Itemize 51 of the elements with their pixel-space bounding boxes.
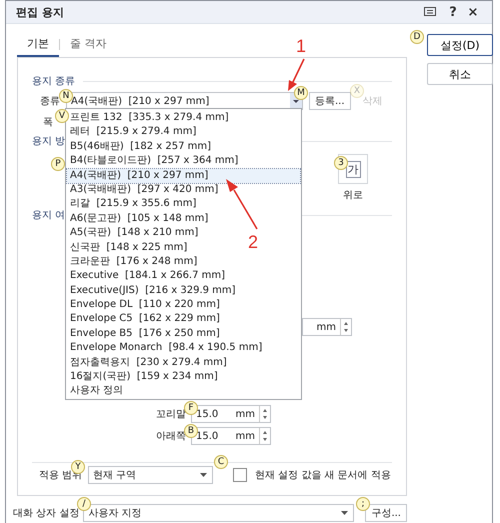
dropdown-item[interactable]: Executive(JIS) [216 x 329.9 mm]: [67, 284, 238, 298]
section-heading: 용지 여: [32, 209, 66, 222]
dropdown-item[interactable]: A5(국판) [148 x 210 mm]: [67, 226, 200, 241]
dialog-settings-combo[interactable]: 사용자 지정: [83, 504, 354, 522]
dropdown-item[interactable]: Envelope DL [110 x 220 mm]: [67, 298, 222, 312]
dropdown-item[interactable]: A3(국배배판) [297 x 420 mm]: [67, 182, 220, 198]
dropdown-item[interactable]: Executive [184.1 x 266.7 mm]: [67, 269, 228, 284]
dropdown-item[interactable]: 점자출력용지 [230 x 279.4 mm]: [67, 356, 229, 370]
comment-icon[interactable]: [424, 6, 436, 18]
scope-combo[interactable]: 현재 구역: [88, 466, 213, 484]
checkbox-label: 현재 설정 값을 새 문서에 적용: [255, 469, 391, 482]
spinner-icon[interactable]: [340, 319, 351, 335]
field-label: 아래쪽: [155, 430, 186, 443]
close-button[interactable]: ×: [464, 4, 482, 20]
tab[interactable]: 줄 격자: [60, 31, 116, 57]
field-label: 폭: [42, 116, 53, 129]
dropdown-item[interactable]: 레터 [215.9 x 279.4 mm]: [67, 125, 198, 140]
dropdown-item[interactable]: 16절지(국판) [159 x 234 mm]: [67, 370, 220, 384]
annotation-number: 2: [248, 232, 258, 253]
dropdown-item[interactable]: A4(국배판) [210 x 297 mm]: [67, 168, 300, 183]
section-heading: 용지 종류: [32, 75, 76, 88]
annotation-arrow: [226, 179, 258, 230]
spinner-icon[interactable]: [259, 406, 270, 422]
dialog-button[interactable]: 취소: [427, 63, 493, 85]
help-button[interactable]: ?: [444, 4, 462, 20]
dropdown-item[interactable]: Envelope Monarch [98.4 x 190.5 mm]: [67, 341, 264, 356]
caret-icon: [340, 511, 348, 515]
window-title: 편집 용지: [16, 4, 65, 20]
orientation-label: 위로: [343, 189, 363, 202]
dropdown-item[interactable]: 크라운판 [176 x 248 mm]: [67, 254, 200, 270]
dropdown-item[interactable]: B5(46배판) [182 x 257 mm]: [67, 140, 214, 154]
annotation-number: 1: [296, 36, 306, 57]
dropdown-item[interactable]: 사용자 정의: [67, 384, 126, 399]
checkbox[interactable]: [233, 468, 247, 482]
dropdown-item[interactable]: 신국판 [148 x 225 mm]: [67, 240, 190, 255]
spinner-icon[interactable]: [259, 428, 270, 444]
dropdown-item[interactable]: A6(문고판) [105 x 148 mm]: [67, 212, 210, 226]
dropdown-item[interactable]: 리갈 [215.9 x 355.6 mm]: [67, 197, 198, 212]
dropdown-item[interactable]: Envelope B5 [176 x 250 mm]: [67, 326, 222, 342]
key-tip: X: [350, 84, 364, 98]
field-label: 대화 상자 설정: [13, 507, 80, 520]
section-heading: 용지 방: [32, 135, 66, 148]
dropdown-item[interactable]: 프린트 132 [335.3 x 279.4 mm]: [67, 111, 231, 126]
register-button[interactable]: 등록...: [309, 92, 351, 110]
dialog-button[interactable]: 설정(D): [427, 34, 493, 56]
field-label: 종류: [39, 95, 60, 108]
configure-button[interactable]: 구성...: [365, 504, 407, 522]
field-label: 꼬리말: [155, 408, 186, 421]
dropdown-item[interactable]: B4(타블로이드판) [257 x 364 mm]: [67, 154, 240, 169]
caret-icon: [200, 473, 207, 477]
dropdown-item[interactable]: Envelope C5 [162 x 229 mm]: [67, 312, 222, 327]
